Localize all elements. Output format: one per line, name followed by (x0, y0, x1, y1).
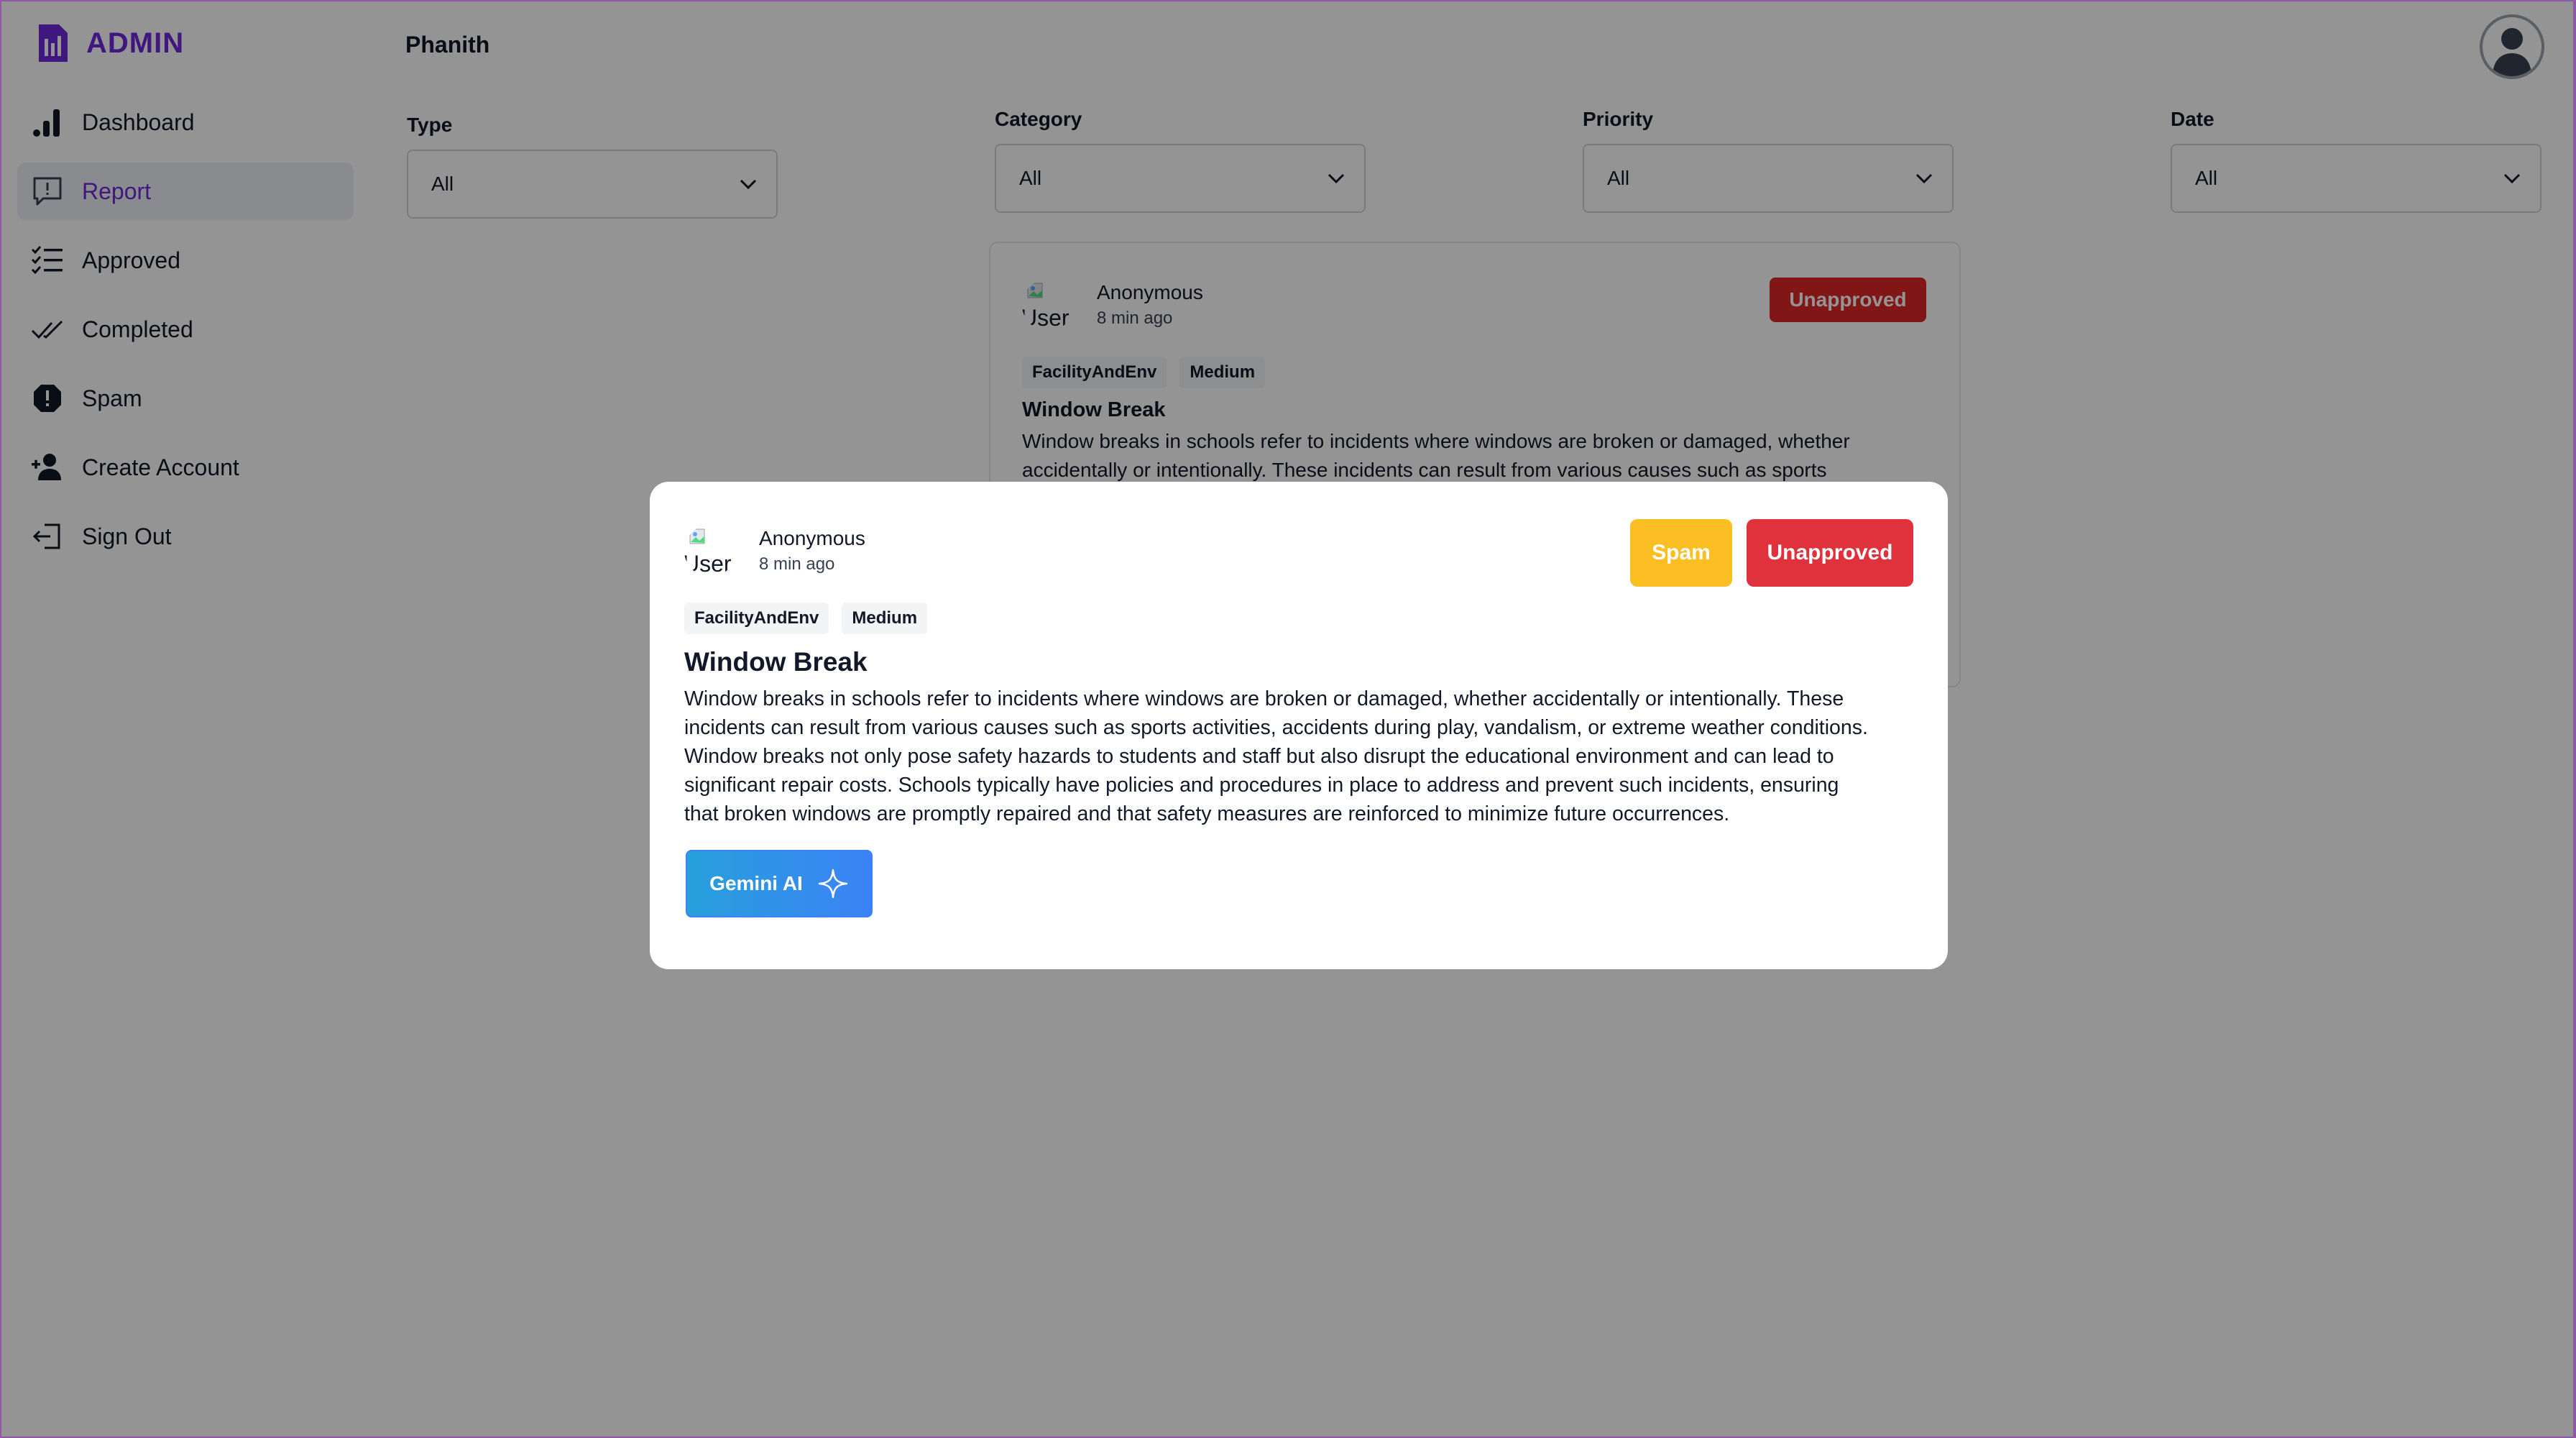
modal-description: Window breaks in schools refer to incide… (684, 684, 1935, 828)
modal-title: Window Break (684, 647, 868, 677)
avatar-alt-text: User (684, 551, 732, 577)
description-line: that broken windows are promptly repaire… (684, 802, 1730, 825)
modal-author: User Anonymous 8 min ago (684, 525, 865, 577)
gemini-ai-label: Gemini AI (709, 872, 803, 894)
modal-tags: FacilityAndEnv Medium (684, 603, 940, 634)
category-tag: FacilityAndEnv (684, 603, 829, 634)
description-line: incidents can result from various causes… (684, 716, 1868, 739)
gemini-ai-button[interactable]: Gemini AI (686, 850, 873, 917)
sparkle-icon (818, 869, 848, 899)
description-line: Window breaks in schools refer to incide… (684, 687, 1844, 710)
report-detail-modal: User Anonymous 8 min ago Spam Unapproved… (650, 482, 1948, 969)
broken-image-icon (689, 528, 705, 544)
author-name: Anonymous (759, 527, 865, 549)
description-line: significant repair costs. Schools typica… (684, 774, 1839, 797)
post-time: 8 min ago (759, 554, 835, 574)
author-avatar: User (684, 525, 736, 577)
spam-button[interactable]: Spam (1630, 519, 1732, 587)
priority-tag: Medium (842, 603, 928, 634)
description-line: Window breaks not only pose safety hazar… (684, 745, 1834, 768)
app-window: ADMIN Dashboard Report Approved Complete… (0, 0, 2576, 1438)
unapproved-button[interactable]: Unapproved (1747, 519, 1913, 587)
